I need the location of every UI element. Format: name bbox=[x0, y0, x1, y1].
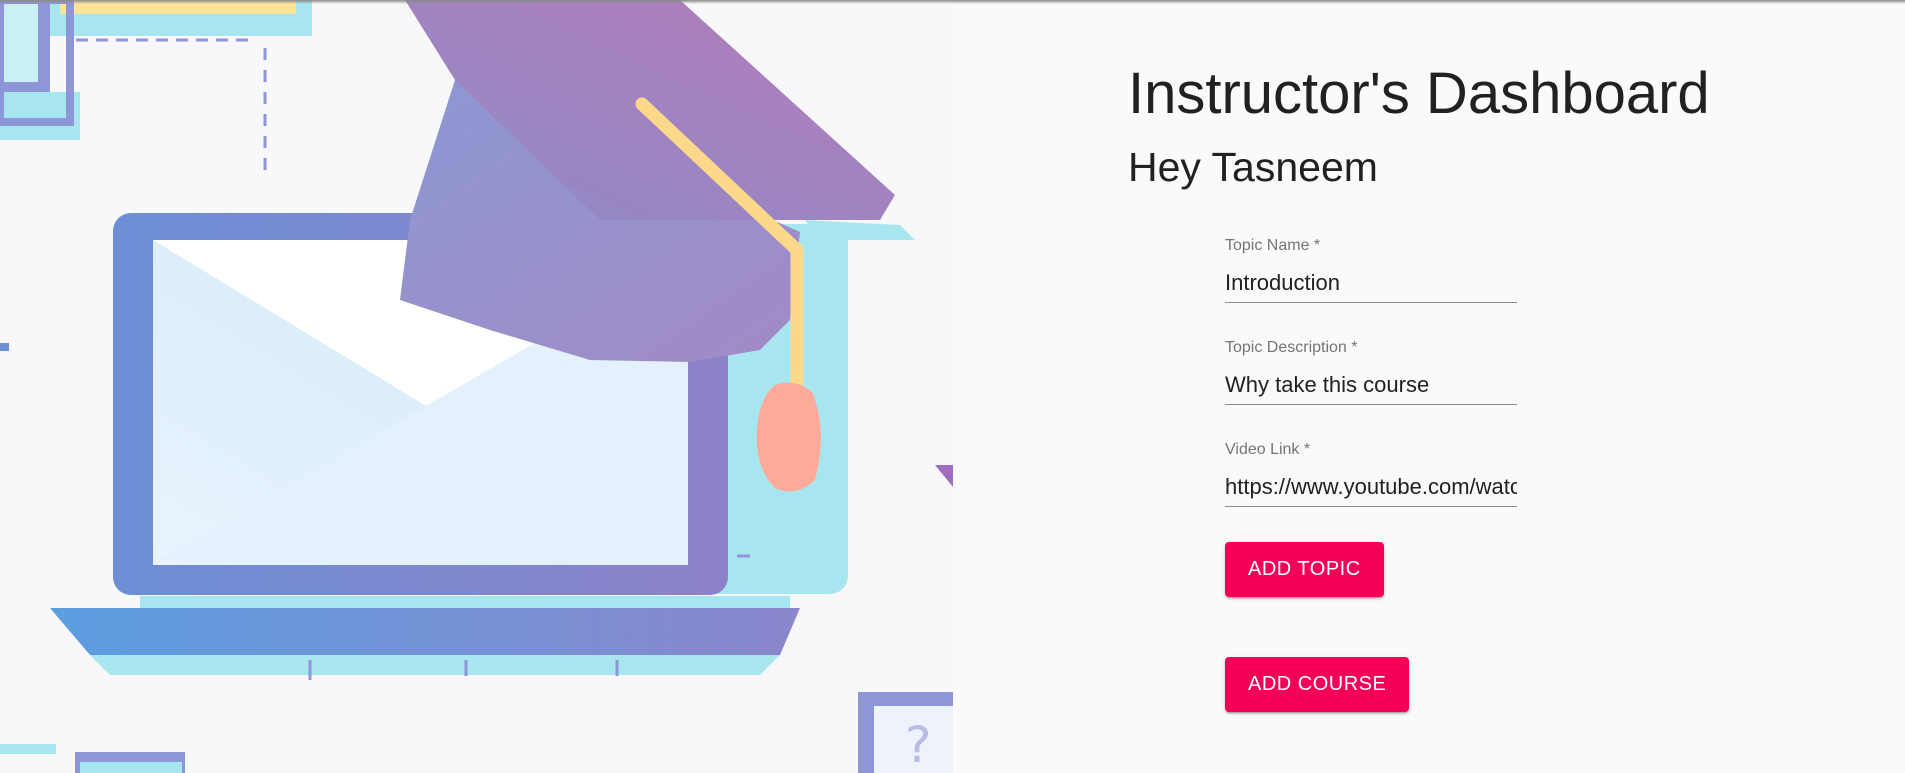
topic-name-label: Topic Name * bbox=[1225, 237, 1321, 254]
hero-illustration: ? bbox=[0, 0, 953, 773]
window-graphic bbox=[0, 0, 312, 170]
topic-description-label: Topic Description * bbox=[1225, 339, 1358, 356]
page-title: Instructor's Dashboard bbox=[1128, 61, 1710, 126]
add-topic-button[interactable]: ADD TOPIC bbox=[1225, 542, 1384, 597]
topic-description-field: Topic Description * bbox=[1225, 339, 1517, 405]
topic-description-input[interactable] bbox=[1225, 365, 1517, 405]
question-mark-icon: ? bbox=[858, 692, 953, 773]
video-link-label: Video Link * bbox=[1225, 441, 1311, 458]
topic-name-input[interactable] bbox=[1225, 263, 1517, 303]
svg-text:?: ? bbox=[905, 716, 932, 773]
greeting-heading: Hey Tasneem bbox=[1128, 144, 1378, 190]
app-bar-shadow bbox=[0, 0, 1905, 4]
add-course-button[interactable]: ADD COURSE bbox=[1225, 657, 1410, 712]
video-link-input[interactable] bbox=[1225, 467, 1517, 507]
video-link-field: Video Link * bbox=[1225, 441, 1517, 507]
topic-name-field: Topic Name * bbox=[1225, 237, 1517, 303]
dashboard-panel: Instructor's Dashboard Hey Tasneem Topic… bbox=[1128, 0, 1888, 773]
